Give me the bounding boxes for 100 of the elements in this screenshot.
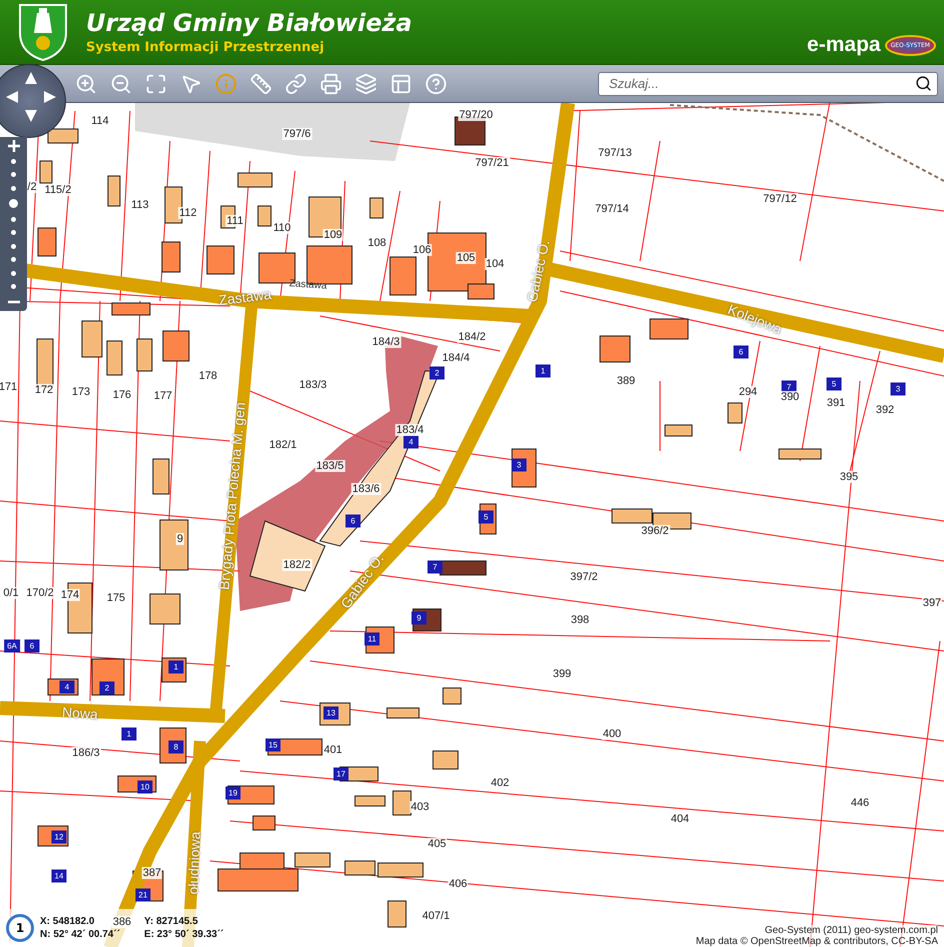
parcel-number: 173 <box>70 386 92 398</box>
attribution-text: Geo-System (2011) geo-system.com.pl <box>764 925 938 936</box>
parcel-number: 398 <box>570 614 590 626</box>
parcel-number: 446 <box>850 797 870 809</box>
coat-of-arms-icon <box>18 3 68 61</box>
building <box>160 520 188 570</box>
search-field[interactable]: Szukaj... <box>598 72 938 96</box>
house-number: 4 <box>404 436 418 448</box>
parcel-number: 183/3 <box>298 379 328 391</box>
building <box>258 206 272 226</box>
parcel-number: 172 <box>34 384 54 396</box>
parcel-number: 797/13 <box>597 147 633 159</box>
layers-icon <box>355 72 377 94</box>
parcel-number: 110 <box>272 222 292 234</box>
parcel-number: 294 <box>738 386 758 398</box>
parcel-number: 397/2 <box>569 571 599 583</box>
parcel-number: 176 <box>112 389 132 401</box>
pan-up-button[interactable] <box>24 71 38 85</box>
y-coordinate: Y: 827145.5 <box>144 916 199 927</box>
ruler-icon <box>250 72 272 94</box>
parcel-number: 390 <box>780 391 800 403</box>
building <box>370 198 384 218</box>
house-number: 6 <box>24 640 40 652</box>
parcel-number: 406 <box>448 878 468 890</box>
parcel-number: 104 <box>484 258 506 270</box>
building <box>392 790 412 816</box>
building <box>388 900 406 928</box>
search-icon <box>915 74 932 92</box>
zoom-step[interactable] <box>11 159 16 164</box>
parcel-number: 401 <box>322 744 344 756</box>
house-number: 7 <box>782 380 796 394</box>
pointer-icon <box>180 72 202 94</box>
help-icon <box>425 72 447 94</box>
pan-right-button[interactable] <box>43 90 57 104</box>
zoom-step[interactable] <box>11 244 16 249</box>
parcel-number: 114 <box>90 115 110 127</box>
parcel-number: 182/2 <box>282 559 312 571</box>
building <box>664 424 692 436</box>
parcel-number: 399 <box>552 668 572 680</box>
building <box>390 256 416 296</box>
zoom-step[interactable] <box>11 257 16 262</box>
parcel-number: 405 <box>426 838 448 850</box>
building <box>238 172 272 188</box>
triangle-up-icon <box>24 71 38 85</box>
parcel-number: 797/14 <box>594 203 630 215</box>
building <box>354 796 386 806</box>
parcel-number: 797/21 <box>474 157 510 169</box>
building <box>150 594 180 624</box>
parcel-number: 387 <box>142 867 162 879</box>
house-number: 19 <box>226 786 240 800</box>
parcel-number: 797/6 <box>282 128 312 140</box>
parcel-number: 183/6 <box>351 483 381 495</box>
parcel-number: 105 <box>456 252 476 264</box>
zoom-step[interactable] <box>11 284 16 289</box>
house-number: 13 <box>324 706 338 720</box>
house-number: 9 <box>412 612 426 624</box>
zoom-in-button[interactable] <box>6 139 22 153</box>
zoom-step[interactable] <box>11 186 16 191</box>
building <box>612 508 652 524</box>
parcel-number: 395 <box>838 471 860 483</box>
parcel-number: 113 <box>130 199 150 211</box>
link-icon <box>285 72 307 94</box>
parcel-number: 9 <box>176 533 184 545</box>
house-number: 6A <box>4 640 20 652</box>
scale-badge[interactable]: 1 <box>6 914 34 942</box>
house-number: 5 <box>478 510 494 524</box>
pan-left-button[interactable] <box>5 90 19 104</box>
house-number: 12 <box>52 830 66 844</box>
building <box>38 228 56 256</box>
app-title: Urząd Gminy Białowieża <box>86 9 414 37</box>
house-number: 10 <box>138 780 152 794</box>
building <box>728 402 742 424</box>
parcel-number: 174 <box>60 589 80 601</box>
house-number: 3 <box>512 458 526 472</box>
building <box>308 196 342 238</box>
parcel-number: 797/12 <box>762 193 798 205</box>
building <box>136 338 152 372</box>
house-number: 8 <box>168 740 184 754</box>
house-number: 7 <box>428 560 442 574</box>
building <box>40 160 52 184</box>
building <box>48 128 78 144</box>
printer-icon <box>320 72 342 94</box>
building <box>82 320 102 358</box>
parcel-number: 177 <box>152 390 174 402</box>
zoom-step[interactable] <box>11 172 16 178</box>
parcel-number: 171 <box>0 381 18 393</box>
building <box>650 318 688 340</box>
building <box>378 862 424 878</box>
zoom-step[interactable] <box>11 230 16 236</box>
building <box>162 242 180 272</box>
zoom-slider[interactable] <box>0 137 27 311</box>
house-number: 5 <box>826 378 842 390</box>
pan-down-button[interactable] <box>24 109 38 123</box>
zoom-thumb[interactable] <box>9 199 18 208</box>
parcel-number: 106 <box>412 244 432 256</box>
zoom-step[interactable] <box>11 270 16 276</box>
parcel-number: 400 <box>602 728 622 740</box>
zoom-step[interactable] <box>11 216 16 222</box>
parcel-number: 797/20 <box>458 109 494 121</box>
parcel-number: 184/2 <box>457 331 487 343</box>
